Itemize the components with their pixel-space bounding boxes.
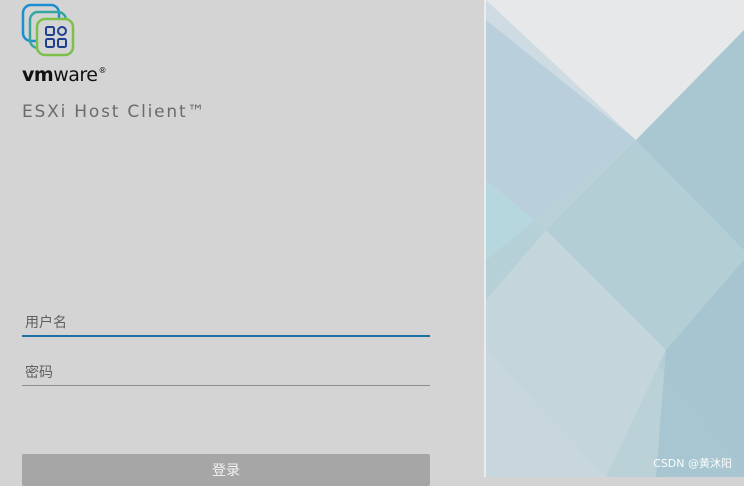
- vmware-logo: vmware®: [22, 64, 106, 86]
- login-button[interactable]: 登录: [22, 454, 430, 486]
- vmware-esxi-icon: [21, 3, 75, 57]
- csdn-watermark: CSDN @黄沐阳: [653, 457, 732, 470]
- geometric-pattern: [486, 0, 744, 477]
- wordmark-rest: ware: [53, 64, 98, 86]
- product-title: ESXi Host Client™: [22, 102, 207, 122]
- login-panel: vmware® ESXi Host Client™ 登录: [0, 0, 484, 486]
- decorative-background: CSDN @黄沐阳: [486, 0, 744, 477]
- registered-mark: ®: [98, 66, 106, 75]
- password-field[interactable]: [22, 360, 430, 386]
- wordmark-bold: vm: [22, 64, 54, 86]
- username-field[interactable]: [22, 311, 430, 337]
